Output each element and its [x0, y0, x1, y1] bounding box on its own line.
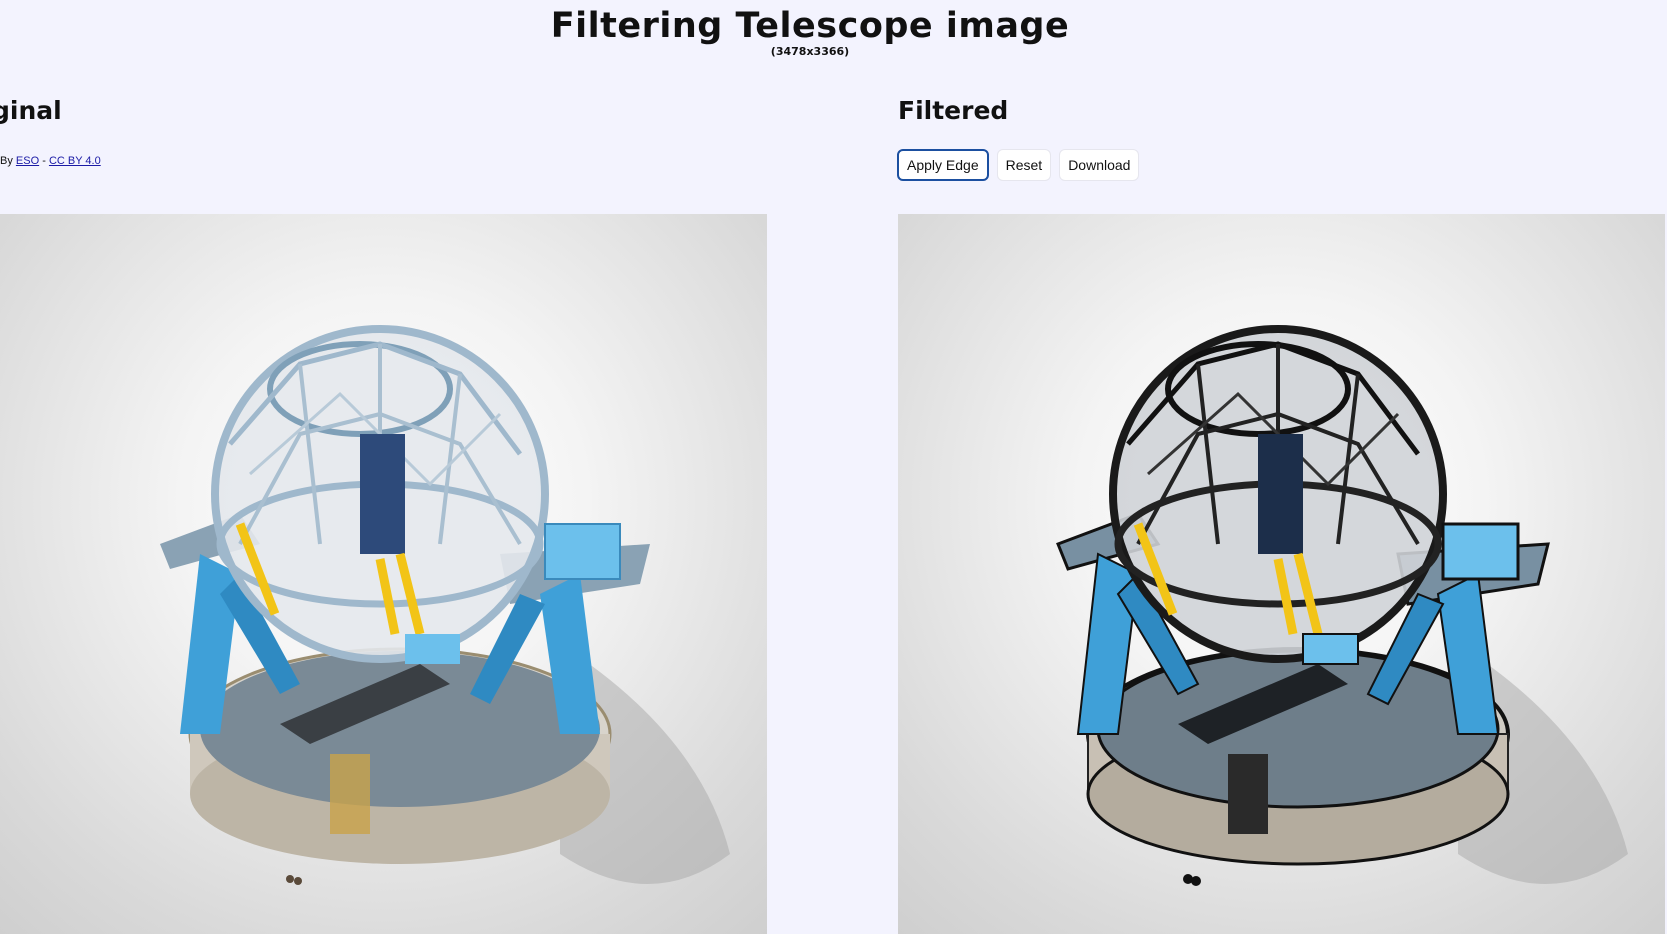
image-dimensions: (3478x3366) — [770, 45, 850, 58]
image-credit: By ESO - CC BY 4.0 — [0, 155, 101, 167]
credit-separator: - — [42, 155, 46, 167]
filter-controls: Apply Edge Reset Download — [897, 149, 1140, 181]
credit-prefix: By — [0, 155, 13, 167]
telescope-illustration-original — [160, 325, 730, 885]
page-title: Filtering Telescope image — [550, 6, 1070, 46]
original-heading: ginal — [0, 96, 62, 125]
filtered-image — [898, 214, 1665, 934]
telescope-illustration-filtered — [1056, 325, 1628, 886]
reset-button[interactable]: Reset — [996, 149, 1052, 181]
license-link[interactable]: CC BY 4.0 — [49, 155, 101, 167]
download-button[interactable]: Download — [1059, 149, 1140, 181]
apply-edge-button[interactable]: Apply Edge — [897, 149, 989, 181]
filtered-heading: Filtered — [898, 96, 1009, 125]
author-link[interactable]: ESO — [16, 155, 39, 167]
original-image — [0, 214, 767, 934]
